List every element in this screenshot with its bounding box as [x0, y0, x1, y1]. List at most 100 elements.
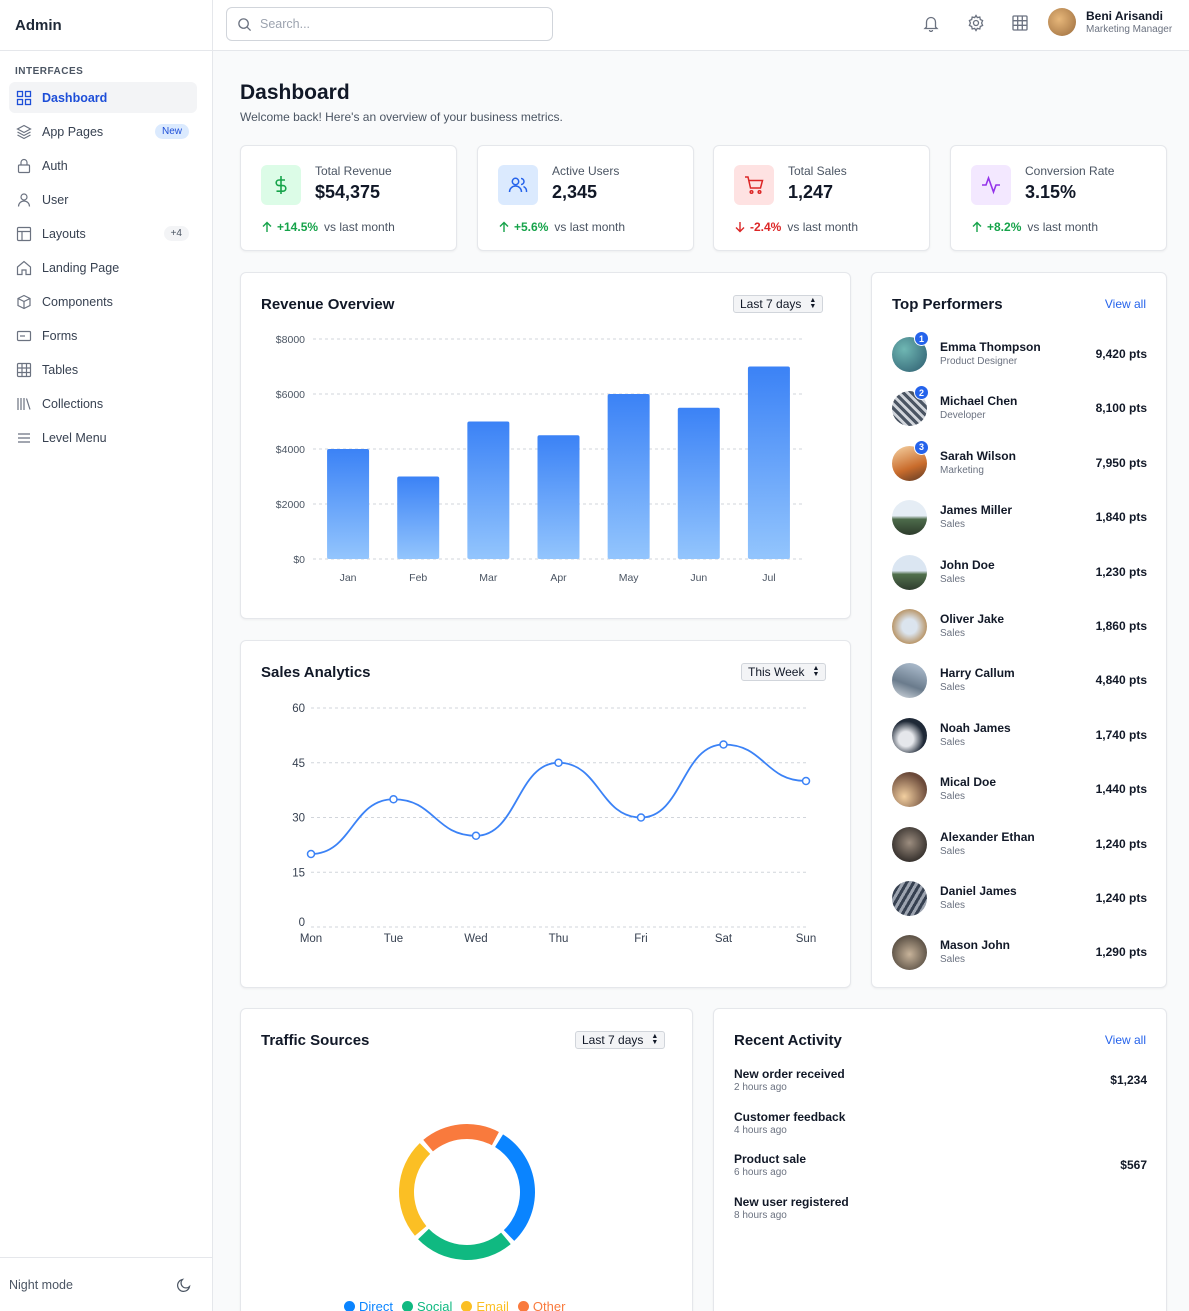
- stat-label: Total Revenue: [315, 164, 392, 178]
- legend-item[interactable]: Other: [517, 1299, 565, 1311]
- legend-item[interactable]: Email: [461, 1299, 509, 1311]
- stat-change: -2.4% vs last month: [734, 220, 858, 234]
- performer-row[interactable]: 2 Michael Chen Developer 8,100 pts: [892, 385, 1147, 429]
- activity-item[interactable]: Product sale 6 hours ago $567: [734, 1152, 1147, 1188]
- view-all-link[interactable]: View all: [1105, 1033, 1146, 1047]
- search-input[interactable]: [260, 17, 540, 31]
- performer-name: Sarah Wilson: [940, 448, 1016, 463]
- performer-name: James Miller: [940, 503, 1013, 518]
- performer-role: Sales: [940, 845, 966, 857]
- performer-row[interactable]: Oliver Jake Sales 1,860 pts: [892, 607, 1147, 647]
- select-value: Last 7 days: [582, 1033, 644, 1047]
- performer-name: John Doe: [940, 557, 995, 572]
- form-icon: [16, 328, 32, 344]
- performer-row[interactable]: James Miller Sales 1,840 pts: [892, 498, 1147, 538]
- activity-icon: [971, 165, 1011, 205]
- sidebar-item-user[interactable]: User: [9, 184, 197, 215]
- apps-grid-icon[interactable]: [1011, 14, 1029, 32]
- stat-change: +14.5% vs last month: [261, 220, 395, 234]
- y-tick-label: 45: [292, 758, 305, 770]
- traffic-period-select[interactable]: Last 7 days ▲ ▼: [575, 1031, 666, 1049]
- performer-name: Mason John: [940, 938, 1011, 953]
- user-icon: [16, 192, 32, 208]
- legend-label: Direct: [359, 1299, 393, 1311]
- sidebar-item-auth[interactable]: Auth: [9, 150, 197, 181]
- search-box[interactable]: [226, 7, 553, 41]
- activity-item[interactable]: New order received 2 hours ago $1,234: [734, 1067, 1147, 1103]
- legend-item[interactable]: Direct: [344, 1299, 393, 1311]
- avatar: [1048, 8, 1076, 36]
- performer-row[interactable]: 3 Sarah Wilson Marketing 7,950 pts: [892, 439, 1147, 484]
- activity-amount: $567: [1120, 1158, 1147, 1172]
- donut-slice: [495, 1134, 535, 1241]
- performer-row[interactable]: 1 Emma Thompson Product Designer 9,420 pts: [892, 331, 1147, 375]
- legend-item[interactable]: Social: [401, 1299, 453, 1311]
- performer-row[interactable]: John Doe Sales 1,230 pts: [892, 553, 1147, 593]
- y-tick-label: 60: [292, 703, 305, 715]
- gear-icon[interactable]: [967, 14, 985, 32]
- user-menu[interactable]: Beni Arisandi Marketing Manager: [1048, 8, 1172, 36]
- performer-role: Sales: [940, 954, 966, 966]
- sidebar-item-components[interactable]: Components: [9, 286, 197, 317]
- sidebar-item-label: Layouts: [42, 226, 86, 241]
- sidebar-item-level-menu[interactable]: Level Menu: [9, 422, 197, 453]
- sidebar-item-dashboard[interactable]: Dashboard: [9, 82, 197, 113]
- donut-slice: [423, 1124, 499, 1152]
- performer-points: 1,240 pts: [1095, 891, 1147, 905]
- revenue-period-select[interactable]: Last 7 days ▲ ▼: [733, 295, 824, 313]
- sales-line-chart: 0 15 30 45 60 Mon Tue Wed Thu Fri Sat Sun: [292, 703, 816, 945]
- performer-row[interactable]: Harry Callum Sales 4,840 pts: [892, 661, 1147, 701]
- stat-value: $54,375: [315, 182, 381, 202]
- y-tick-label: 0: [299, 917, 305, 929]
- sidebar-item-tables[interactable]: Tables: [9, 354, 197, 385]
- avatar: [892, 935, 927, 971]
- performer-name: Emma Thompson: [940, 340, 1041, 354]
- box-icon: [16, 294, 32, 310]
- stat-change-period: vs last month: [787, 220, 859, 234]
- sidebar-item-label: Auth: [42, 158, 68, 173]
- sidebar-item-landing-page[interactable]: Landing Page: [9, 252, 197, 283]
- donut-slice: [418, 1228, 511, 1260]
- sales-period-select[interactable]: This Week ▲ ▼: [741, 663, 827, 681]
- avatar: [892, 881, 927, 916]
- y-tick-label: 30: [292, 813, 305, 825]
- avatar: [892, 500, 927, 536]
- stat-change-period: vs last month: [1027, 220, 1099, 234]
- x-tick-label: Thu: [549, 933, 569, 945]
- performer-role: Sales: [940, 573, 966, 585]
- activity-item[interactable]: Customer feedback 4 hours ago: [734, 1110, 1147, 1146]
- performer-points: 1,840 pts: [1095, 510, 1147, 525]
- brand-logo[interactable]: Admin: [0, 0, 212, 51]
- sales-analytics-card: Sales Analytics This Week ▲ ▼ 0 15 30 45 60 Mo…: [240, 640, 851, 988]
- x-tick-label: Sun: [796, 933, 816, 945]
- legend-label: Social: [416, 1299, 453, 1311]
- avatar: [892, 826, 927, 862]
- performer-row[interactable]: Noah James Sales 1,740 pts: [892, 716, 1147, 756]
- sidebar-item-forms[interactable]: Forms: [9, 320, 197, 351]
- performer-role: Product Designer: [940, 356, 1018, 367]
- stat-value: 1,247: [788, 182, 834, 202]
- menu-icon: [16, 430, 32, 446]
- performer-row[interactable]: Alexander Ethan Sales 1,240 pts: [892, 825, 1147, 865]
- performer-row[interactable]: Mason John Sales 1,290 pts: [892, 933, 1147, 973]
- legend-swatch: [344, 1301, 355, 1311]
- bar: [537, 435, 580, 559]
- sidebar-item-layouts[interactable]: Layouts +4: [9, 218, 197, 249]
- bell-icon[interactable]: [922, 14, 940, 33]
- performer-points: 1,240 pts: [1095, 836, 1147, 851]
- activity-item[interactable]: New user registered 8 hours ago: [734, 1195, 1147, 1231]
- performer-row[interactable]: Daniel James Sales 1,240 pts: [892, 879, 1147, 919]
- arrow-up-icon: [499, 221, 509, 232]
- performer-name: Mical Doe: [940, 775, 997, 790]
- sidebar-item-collections[interactable]: Collections: [9, 388, 197, 419]
- performer-row[interactable]: Mical Doe Sales 1,440 pts: [892, 770, 1147, 810]
- legend-swatch: [461, 1301, 473, 1311]
- moon-icon[interactable]: [176, 1277, 192, 1293]
- sidebar-item-app-pages[interactable]: App Pages New: [9, 116, 197, 147]
- view-all-link[interactable]: View all: [1105, 297, 1146, 311]
- count-badge: +4: [163, 226, 189, 241]
- rank-badge: 2: [914, 385, 929, 401]
- performer-points: 1,860 pts: [1095, 619, 1147, 633]
- performer-points: 7,950 pts: [1095, 455, 1147, 470]
- stat-change-period: vs last month: [554, 220, 626, 234]
